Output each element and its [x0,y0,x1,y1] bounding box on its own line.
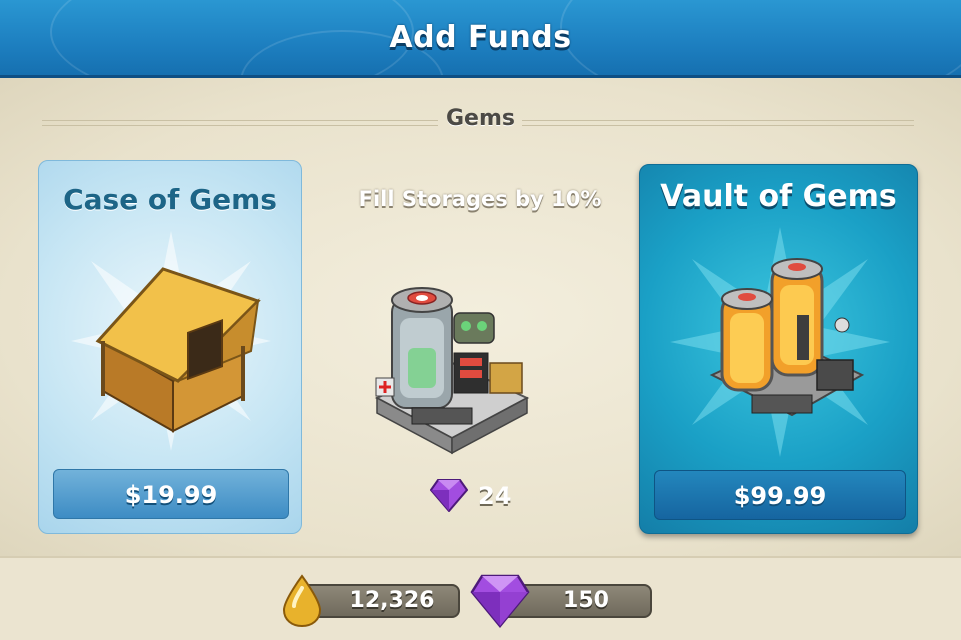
gold-value: 12,326 [349,588,435,613]
offer-fill-storages-title: Fill Storages by 10% [358,187,602,211]
gold-resource-bar: 12,326 [300,584,460,618]
offer-case-of-gems[interactable]: Case of Gems $19.99 [38,160,302,534]
tent-icon [95,267,261,433]
gems-value: 150 [563,588,609,613]
offer-title: Vault of Gems [660,179,897,214]
gem-cost: 24 [430,476,550,516]
section-title: Gems [446,106,515,131]
gem-icon [430,479,468,512]
gem-cost-value: 24 [478,482,512,510]
gem-icon [470,574,530,628]
offer-title: Case of Gems [63,183,277,216]
offer-vault-of-gems[interactable]: Vault of Gems $99.99 [639,164,918,534]
buy-case-button[interactable]: $19.99 [53,469,289,519]
storage-building-icon[interactable] [372,268,532,458]
gem-vault-icon [709,258,865,417]
page-title: Add Funds [389,20,572,55]
buy-vault-button[interactable]: $99.99 [654,470,906,520]
header-bar: Add Funds [0,0,961,78]
gold-drop-icon [282,574,322,628]
